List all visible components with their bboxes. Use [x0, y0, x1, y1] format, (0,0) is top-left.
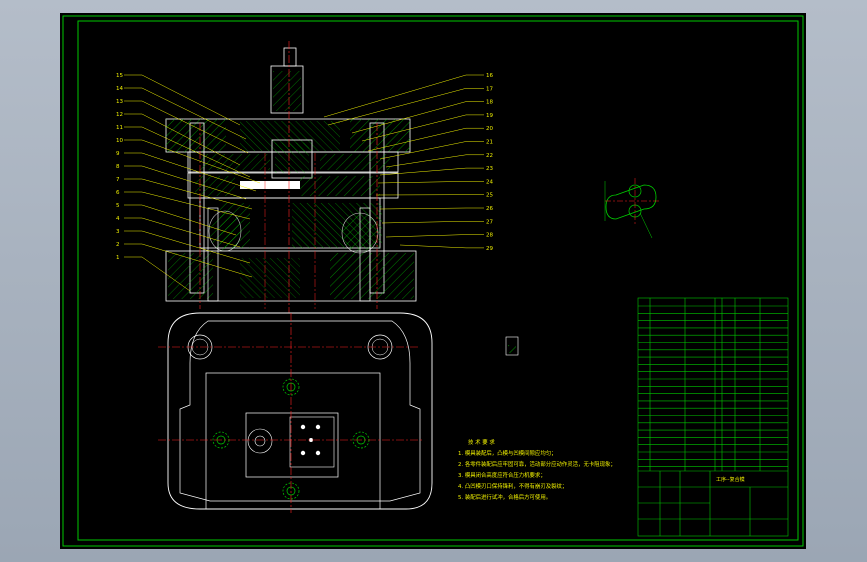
- callout-label-left: 10: [116, 138, 123, 144]
- callout-label-left: 1: [116, 255, 120, 261]
- section-view: [165, 41, 417, 313]
- callout-label-left: 15: [116, 73, 123, 79]
- leader-line: [379, 207, 484, 210]
- callout-label-left: 3: [116, 229, 120, 235]
- callout-label-left: 8: [116, 164, 120, 170]
- note-line: 4. 凸凹模刃口保持锋利，不得有崩刃及裂纹；: [458, 484, 568, 490]
- callout-label-right: 27: [486, 219, 493, 225]
- callout-label-left: 4: [116, 216, 120, 222]
- callout-label-right: 29: [486, 246, 493, 252]
- workpiece-detail: [604, 178, 660, 239]
- leader-line: [399, 244, 484, 249]
- callout-label-right: 24: [486, 179, 493, 185]
- callout-label-left: 7: [116, 177, 120, 183]
- technical-notes: 技 术 要 求 1. 模具装配后，凸模与凹模间隙应均匀； 2. 各零件装配后应牢…: [458, 438, 616, 504]
- cad-viewport[interactable]: 15 14 13 12 11 10 9 8 7 6 5 4 3 2 1 16 17 18 19 20 21 22 23 24 2…: [60, 13, 806, 549]
- callout-label-right: 26: [486, 206, 493, 212]
- callout-label-right: 18: [486, 100, 493, 106]
- notes-title: 技 术 要 求: [468, 440, 495, 446]
- note-line: 3. 模具闭合高度应符合压力机要求；: [458, 473, 546, 479]
- drawing-title: 工序--复合模: [716, 477, 745, 483]
- leader-line: [379, 167, 484, 176]
- callout-label-left: 11: [116, 125, 123, 131]
- callout-label-right: 22: [486, 153, 493, 159]
- callout-label-left: 6: [116, 190, 120, 196]
- plan-view: [158, 312, 433, 513]
- callout-label-left: 5: [116, 203, 120, 209]
- assembly-drawing: 1514131211109876543211617181920212223242…: [62, 15, 804, 547]
- callout-label-left: 13: [116, 99, 123, 105]
- note-line: 1. 模具装配后，凸模与凹模间隙应均匀；: [458, 451, 557, 457]
- callout-label-right: 17: [486, 86, 493, 92]
- callout-label-left: 14: [116, 86, 123, 92]
- callout-label-left: 12: [116, 112, 123, 118]
- callout-label-right: 25: [486, 193, 493, 199]
- small-detail: [505, 336, 519, 356]
- leader-line: [385, 234, 484, 238]
- callout-label-left: 2: [116, 242, 120, 248]
- leader-line: [381, 221, 484, 224]
- callout-label-right: 16: [486, 73, 493, 79]
- callout-label-left: 9: [116, 151, 120, 157]
- title-block: [637, 297, 789, 537]
- callout-label-right: 21: [486, 140, 493, 146]
- leader-line: [377, 181, 484, 184]
- callout-label-right: 20: [486, 126, 493, 132]
- callout-label-right: 28: [486, 233, 493, 239]
- note-line: 5. 装配后进行试冲，合格后方可使用。: [458, 495, 552, 501]
- callout-label-right: 19: [486, 113, 493, 119]
- leader-line: [385, 154, 484, 168]
- callout-label-right: 23: [486, 166, 493, 172]
- leader-line: [124, 74, 241, 126]
- note-line: 2. 各零件装配后应牢固可靠，活动部分应动作灵活，无卡阻现象；: [458, 462, 616, 468]
- leader-line: [323, 74, 484, 118]
